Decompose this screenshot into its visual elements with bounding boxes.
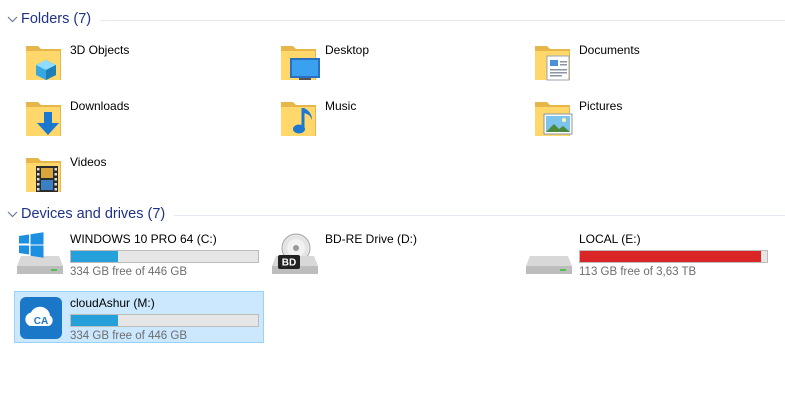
folder-label: Desktop [325,43,370,57]
drive-tile-d[interactable]: BD BD-RE Drive (D:) [270,228,520,280]
folder-label: Downloads [70,99,130,113]
drive-name: LOCAL (E:) [579,232,641,246]
music-folder-icon [279,96,321,140]
ca-badge-label: CA [34,316,48,327]
desktop-folder-icon [279,40,321,84]
documents-folder-icon [533,40,575,84]
drive-name: WINDOWS 10 PRO 64 (C:) [70,232,217,246]
group-divider [174,214,785,216]
downloads-folder-icon [24,96,66,140]
drives-group-title: Devices and drives (7) [21,206,166,222]
drive-usage-bar [579,250,768,263]
folder-tile-downloads[interactable]: Downloads [24,96,129,140]
folder-tile-pictures[interactable]: Pictures [533,96,622,140]
folder-label: Music [325,99,357,113]
hard-drive-icon [524,230,574,278]
drive-usage-bar [70,314,259,327]
drive-usage-fill [580,251,762,262]
folder-tile-music[interactable]: Music [279,96,356,140]
cloudashur-drive-icon: CA [15,294,65,342]
drive-name: BD-RE Drive (D:) [325,232,417,246]
drive-free-space: 113 GB free of 3,63 TB [579,266,697,278]
folders-group-header[interactable]: Folders (7) [6,9,785,29]
drive-tile-e[interactable]: LOCAL (E:) 113 GB free of 3,63 TB [524,228,774,280]
drive-usage-fill [71,251,118,262]
folder-tile-desktop[interactable]: Desktop [279,40,369,84]
folder-label: Documents [579,43,640,57]
folder-tile-3d-objects[interactable]: 3D Objects [24,40,129,84]
bd-badge-label: BD [282,258,296,269]
pictures-folder-icon [533,96,575,140]
bd-drive-icon: BD [270,230,320,278]
windows-drive-icon [15,230,65,278]
folder-tile-videos[interactable]: Videos [24,152,106,196]
drive-tile-c[interactable]: WINDOWS 10 PRO 64 (C:) 334 GB free of 44… [15,228,265,280]
folder-label: 3D Objects [70,43,130,57]
3d-objects-folder-icon [24,40,66,84]
videos-folder-icon [24,152,66,196]
drives-group-header[interactable]: Devices and drives (7) [6,204,785,224]
drive-tile-m[interactable]: CA cloudAshur (M:) 334 GB free of 446 GB [14,291,264,343]
group-divider [100,19,785,21]
drive-usage-bar [70,250,259,263]
drive-name: cloudAshur (M:) [70,296,155,310]
folder-label: Videos [70,155,107,169]
drive-free-space: 334 GB free of 446 GB [70,266,187,278]
folder-label: Pictures [579,99,623,113]
chevron-down-icon[interactable] [6,208,18,220]
chevron-down-icon[interactable] [6,13,18,25]
drive-free-space: 334 GB free of 446 GB [70,330,187,342]
folders-group-title: Folders (7) [21,11,92,27]
folder-tile-documents[interactable]: Documents [533,40,640,84]
drive-usage-fill [71,315,118,326]
